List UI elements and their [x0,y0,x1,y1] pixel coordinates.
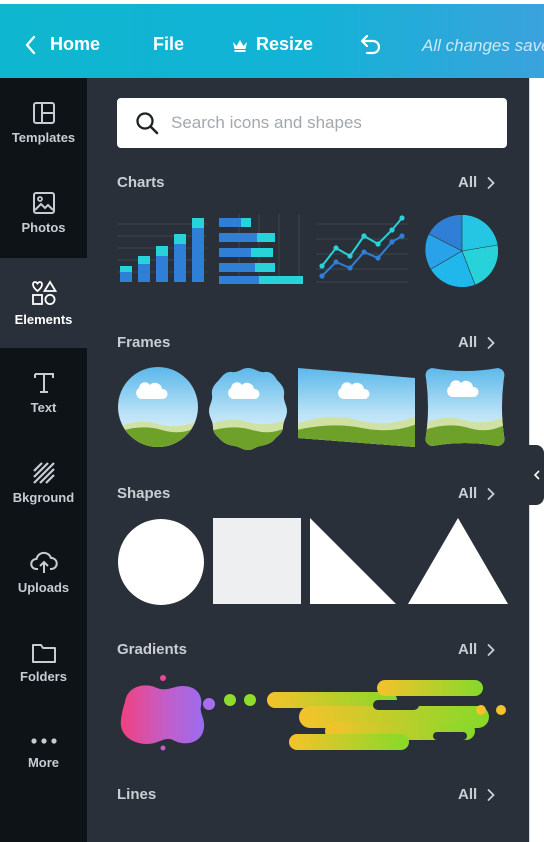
undo-button[interactable] [358,33,382,55]
lines-all-link[interactable]: All [458,786,495,803]
charts-all-link[interactable]: All [458,174,495,191]
sidebar-item-label: Uploads [17,580,70,595]
all-label: All [458,174,478,191]
layout-icon [32,102,55,124]
section-title-gradients: Gradients [117,641,188,658]
sidebar-item-label: Templates [11,130,76,145]
all-label: All [458,334,478,351]
sidebar-item-uploads[interactable]: Uploads [0,528,87,618]
pink-purple-blob-thumbnail[interactable] [115,672,219,752]
image-icon [32,192,55,214]
circle-frame-thumbnail[interactable] [117,366,199,448]
yellow-green-streaks-thumbnail[interactable] [223,670,509,754]
frames-all-link[interactable]: All [458,334,495,351]
text-icon [33,373,54,393]
sidebar-item-label: Folders [20,669,67,684]
section-title-frames: Frames [117,334,171,351]
elements-panel: Charts All [87,78,529,842]
right-triangle-shape-thumbnail[interactable] [310,518,398,606]
sidebar-item-more[interactable]: More [0,708,87,798]
search-input[interactable] [171,113,491,133]
home-button[interactable]: Home [24,34,100,55]
search-box[interactable] [117,98,507,148]
section-title-shapes: Shapes [117,485,171,502]
chevron-left-icon [533,470,540,480]
undo-icon [360,34,381,55]
sidebar-item-templates[interactable]: Templates [0,78,87,168]
sidebar-item-label: Text [30,400,57,415]
folder-icon [31,644,56,663]
stripes-icon [32,462,55,484]
gradients-all-link[interactable]: All [458,641,495,658]
sidebar: Templates Photos Elements Text Bkground … [0,78,87,842]
bar-chart-thumbnail[interactable] [117,214,207,284]
shapes-icon [31,280,57,305]
chevron-left-icon [25,35,36,54]
triangle-shape-thumbnail[interactable] [407,518,509,606]
sidebar-item-folders[interactable]: Folders [0,618,87,708]
resize-button[interactable]: Resize [232,34,313,55]
all-label: All [458,641,478,658]
sidebar-item-label: Elements [14,312,73,327]
chevron-right-icon [487,487,495,500]
file-label: File [153,34,185,54]
square-shape-thumbnail[interactable] [213,518,301,606]
chevron-right-icon [487,336,495,349]
horizontal-bar-chart-thumbnail[interactable] [219,214,305,284]
chevron-right-icon [487,643,495,656]
sidebar-item-label: More [27,754,60,770]
sidebar-item-label: Photos [21,220,66,235]
more-dots-icon [30,737,57,744]
scalloped-frame-thumbnail[interactable] [207,366,289,450]
chevron-right-icon [487,788,495,801]
rounded-frame-thumbnail[interactable] [424,366,506,448]
sidebar-item-text[interactable]: Text [0,348,87,438]
collapse-panel-handle[interactable] [529,445,544,505]
all-label: All [458,485,478,502]
sidebar-item-elements[interactable]: Elements [0,258,87,348]
section-title-charts: Charts [117,174,165,191]
shapes-all-link[interactable]: All [458,485,495,502]
crown-icon [233,39,247,52]
save-status-text: All changes saved [422,36,544,55]
pie-chart-thumbnail[interactable] [425,214,499,288]
resize-label: Resize [256,34,314,54]
file-menu-button[interactable]: File [153,34,184,55]
sidebar-item-label: Bkground [12,490,75,505]
sidebar-item-photos[interactable]: Photos [0,168,87,258]
chevron-right-icon [487,176,495,189]
all-label: All [458,786,478,803]
home-label: Home [50,34,101,54]
line-chart-thumbnail[interactable] [316,214,408,284]
circle-shape-thumbnail[interactable] [117,518,205,606]
top-bar: Home File Resize All changes saved [0,0,544,78]
search-icon [136,112,159,135]
cloud-upload-icon [29,551,58,573]
section-title-lines: Lines [117,786,157,803]
sidebar-item-background[interactable]: Bkground [0,438,87,528]
skewed-frame-thumbnail[interactable] [297,366,417,448]
